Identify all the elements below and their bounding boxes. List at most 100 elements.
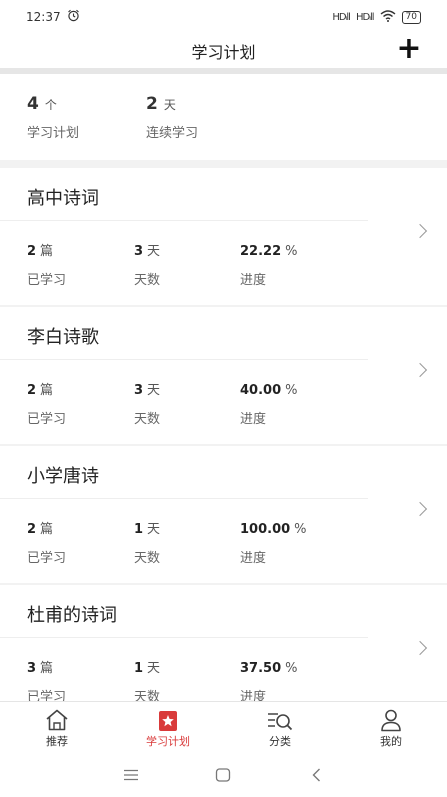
plan-learned: 2篇 已学习 (27, 379, 66, 427)
progress-value: 40.00 (240, 383, 282, 398)
plan-divider (0, 637, 368, 638)
plan-progress: 22.22% 进度 (240, 240, 297, 288)
days-label: 天数 (134, 690, 161, 701)
summary-plans: 4个 学习计划 (27, 94, 79, 141)
tab-recommend[interactable]: 推荐 (12, 702, 102, 753)
learned-value: 2 (27, 522, 37, 537)
progress-label: 进度 (240, 273, 267, 288)
plans-unit: 个 (44, 98, 57, 112)
plans-count: 4 (27, 94, 39, 114)
status-bar: 12:37 HDᵢll HDᵢll 70 (0, 0, 447, 34)
learned-value: 2 (27, 244, 37, 259)
learned-label: 已学习 (27, 690, 67, 701)
progress-value: 100.00 (240, 522, 291, 537)
star-badge-icon (123, 702, 213, 732)
tab-label: 分类 (269, 735, 291, 748)
learned-label: 已学习 (27, 273, 67, 288)
plan-card[interactable]: 高中诗词 2篇 已学习 3天 天数 22.22% 进度 (0, 168, 447, 305)
plan-card[interactable]: 杜甫的诗词 3篇 已学习 1天 天数 37.50% 进度 (0, 585, 447, 701)
tab-label: 我的 (380, 735, 402, 748)
chevron-right-icon (412, 362, 428, 378)
home-icon (12, 702, 102, 732)
progress-value: 22.22 (240, 244, 282, 259)
person-icon (346, 702, 436, 732)
tab-mine[interactable]: 我的 (346, 702, 436, 753)
plan-learned: 3篇 已学习 (27, 657, 66, 701)
plan-divider (0, 220, 368, 221)
back-icon[interactable] (307, 765, 327, 785)
system-nav-bar (0, 752, 447, 797)
streak-count: 2 (146, 94, 158, 114)
signal-icon-2: HDᵢll (355, 11, 375, 23)
battery-indicator: 70 (401, 10, 421, 24)
tab-bar: 推荐 学习计划 分类 我的 (0, 701, 447, 752)
nav-bar: 学习计划 + (0, 34, 447, 68)
plan-progress: 100.00% 进度 (240, 518, 307, 566)
tab-category[interactable]: 分类 (235, 702, 325, 753)
days-unit: 天 (147, 383, 161, 398)
plan-days: 1天 天数 (134, 518, 160, 566)
plan-days: 3天 天数 (134, 240, 160, 288)
chevron-right-icon (412, 640, 428, 656)
learned-label: 已学习 (27, 412, 67, 427)
days-unit: 天 (147, 244, 161, 259)
menu-icon[interactable] (121, 765, 141, 785)
plan-title: 小学唐诗 (27, 466, 99, 487)
plan-progress: 40.00% 进度 (240, 379, 297, 427)
plan-divider (0, 498, 368, 499)
days-label: 天数 (134, 551, 161, 566)
plan-days: 1天 天数 (134, 657, 160, 701)
learned-unit: 篇 (40, 383, 54, 398)
chevron-right-icon (412, 501, 428, 517)
plan-card[interactable]: 李白诗歌 2篇 已学习 3天 天数 40.00% 进度 (0, 307, 447, 444)
summary-panel: 4个 学习计划 2天 连续学习 (0, 74, 447, 160)
days-unit: 天 (147, 661, 161, 676)
summary-streak: 2天 连续学习 (146, 94, 198, 141)
streak-unit: 天 (163, 98, 176, 112)
progress-label: 进度 (240, 551, 267, 566)
learned-label: 已学习 (27, 551, 67, 566)
wifi-icon (380, 9, 396, 25)
plan-learned: 2篇 已学习 (27, 518, 66, 566)
progress-unit: % (285, 383, 298, 398)
plan-days: 3天 天数 (134, 379, 160, 427)
progress-label: 进度 (240, 412, 267, 427)
add-plan-button[interactable]: + (395, 34, 423, 64)
chevron-right-icon (412, 223, 428, 239)
streak-label: 连续学习 (146, 126, 199, 141)
days-value: 3 (134, 244, 144, 259)
plans-label: 学习计划 (27, 126, 80, 141)
plan-progress: 37.50% 进度 (240, 657, 297, 701)
days-label: 天数 (134, 412, 161, 427)
tab-study-plan[interactable]: 学习计划 (123, 702, 213, 753)
learned-value: 2 (27, 383, 37, 398)
progress-unit: % (285, 244, 298, 259)
learned-unit: 篇 (40, 522, 54, 537)
learned-unit: 篇 (40, 661, 54, 676)
plan-divider (0, 359, 368, 360)
learned-unit: 篇 (40, 244, 54, 259)
progress-label: 进度 (240, 690, 267, 701)
status-time: 12:37 (26, 10, 61, 24)
days-value: 1 (134, 522, 144, 537)
progress-value: 37.50 (240, 661, 282, 676)
plan-title: 杜甫的诗词 (27, 605, 117, 626)
days-value: 1 (134, 661, 144, 676)
progress-unit: % (285, 661, 298, 676)
alarm-icon (67, 9, 80, 25)
days-label: 天数 (134, 273, 161, 288)
progress-unit: % (294, 522, 307, 537)
plan-title: 李白诗歌 (27, 327, 99, 348)
signal-icon-1: HDᵢll (332, 11, 351, 23)
plan-learned: 2篇 已学习 (27, 240, 66, 288)
tab-label: 学习计划 (146, 735, 190, 748)
plan-title: 高中诗词 (27, 188, 99, 209)
learned-value: 3 (27, 661, 37, 676)
days-value: 3 (134, 383, 144, 398)
home-square-icon[interactable] (213, 765, 233, 785)
category-search-icon (235, 702, 325, 732)
plan-card[interactable]: 小学唐诗 2篇 已学习 1天 天数 100.00% 进度 (0, 446, 447, 583)
page-title: 学习计划 (191, 43, 256, 62)
days-unit: 天 (147, 522, 161, 537)
tab-label: 推荐 (46, 735, 68, 748)
